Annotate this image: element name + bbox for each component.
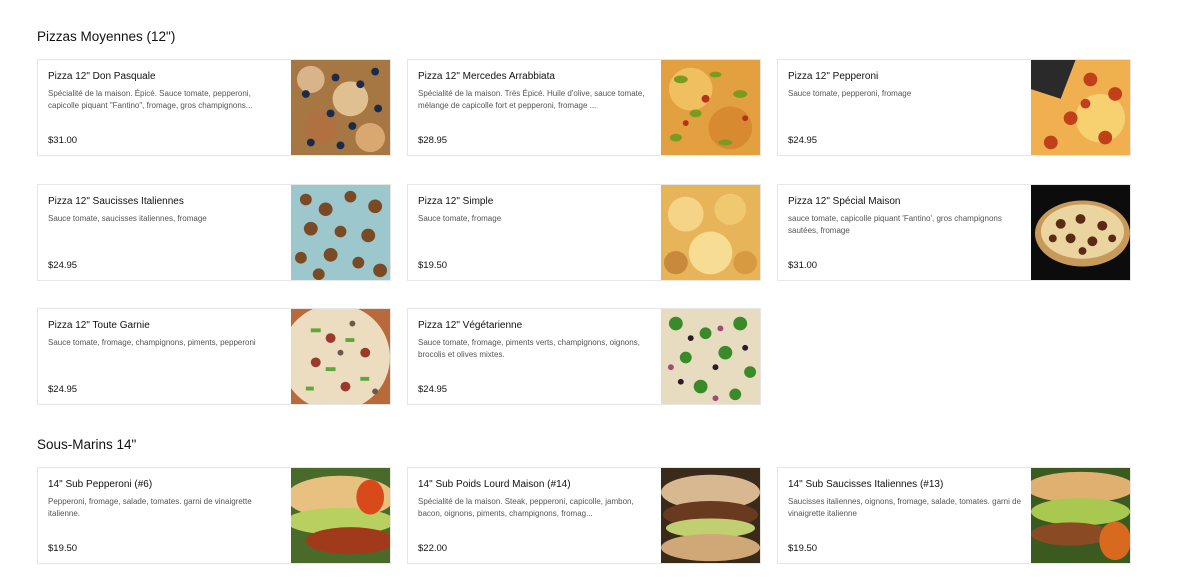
menu-item-card[interactable]: Pizza 12" Saucisses Italiennes Sauce tom… [37,184,391,281]
pizza-olives-photo [291,60,390,155]
item-name: Pizza 12" Mercedes Arrabbiata [418,71,555,82]
section-title-pizzas: Pizzas Moyennes (12") [37,29,176,44]
item-price: $24.95 [48,260,78,271]
pizza-pepperoni-photo [1031,60,1130,155]
sub-pepperoni-photo [291,468,390,563]
item-name: 14" Sub Saucisses Italiennes (#13) [788,479,944,490]
item-name: 14" Sub Poids Lourd Maison (#14) [418,479,571,490]
menu-item-card[interactable]: Pizza 12" Don Pasquale Spécialité de la … [37,59,391,156]
pizza-peppers-photo [661,60,760,155]
menu-item-card[interactable]: 14" Sub Poids Lourd Maison (#14) Spécial… [407,467,761,564]
item-description: Sauce tomate, saucisses italiennes, from… [48,214,207,223]
menu-item-card[interactable]: Pizza 12" Toute Garnie Sauce tomate, fro… [37,308,391,405]
item-description: Sauce tomate, fromage, champignons, pime… [48,338,256,347]
pizza-vegetarian-photo [661,309,760,404]
item-price: $28.95 [418,135,448,146]
item-description: Spécialité de la maison. Épicé. Sauce to… [48,89,253,110]
item-description: Spécialité de la maison. Très Épicé. Hui… [418,89,645,110]
item-price: $24.95 [788,135,818,146]
item-name: 14" Sub Pepperoni (#6) [48,479,153,490]
item-price: $19.50 [788,543,818,554]
item-price: $31.00 [788,260,818,271]
menu-item-card[interactable]: Pizza 12" Simple Sauce tomate, fromage $… [407,184,761,281]
sub-sausage-photo [1031,468,1130,563]
menu-item-card[interactable]: Pizza 12" Mercedes Arrabbiata Spécialité… [407,59,761,156]
menu-item-card[interactable]: 14" Sub Saucisses Italiennes (#13) Sauci… [777,467,1131,564]
sub-heavyweight-photo [661,468,760,563]
item-name: Pizza 12" Toute Garnie [48,320,150,331]
item-name: Pizza 12" Saucisses Italiennes [48,196,184,207]
menu-item-card[interactable]: Pizza 12" Végétarienne Sauce tomate, fro… [407,308,761,405]
item-price: $24.95 [48,384,78,395]
item-price: $19.50 [48,543,78,554]
menu-item-card[interactable]: Pizza 12" Pepperoni Sauce tomate, pepper… [777,59,1131,156]
item-name: Pizza 12" Simple [418,196,494,207]
section-title-subs: Sous-Marins 14" [37,437,137,452]
item-description: Sauce tomate, pepperoni, fromage [788,89,912,98]
item-price: $19.50 [418,260,448,271]
pizza-cheese-photo [661,185,760,280]
item-name: Pizza 12" Spécial Maison [788,196,901,207]
item-description: Pepperoni, fromage, salade, tomates. gar… [48,497,252,518]
menu-item-card[interactable]: 14" Sub Pepperoni (#6) Pepperoni, fromag… [37,467,391,564]
item-name: Pizza 12" Pepperoni [788,71,879,82]
pizza-sausage-photo [291,185,390,280]
item-name: Pizza 12" Don Pasquale [48,71,156,82]
item-description: Sauce tomate, fromage [418,214,502,223]
pizza-special-photo [1031,185,1130,280]
item-description: Spécialité de la maison. Steak, pepperon… [418,497,634,518]
item-description: Saucisses italiennes, oignons, fromage, … [788,497,1022,518]
item-price: $22.00 [418,543,448,554]
menu-item-card[interactable]: Pizza 12" Spécial Maison sauce tomate, c… [777,184,1131,281]
item-description: sauce tomate, capicolle piquant 'Fantino… [788,214,1002,235]
item-price: $31.00 [48,135,78,146]
pizza-all-dressed-photo [291,309,390,404]
item-description: Sauce tomate, fromage, piments verts, ch… [418,338,640,359]
item-name: Pizza 12" Végétarienne [418,320,523,331]
item-price: $24.95 [418,384,448,395]
